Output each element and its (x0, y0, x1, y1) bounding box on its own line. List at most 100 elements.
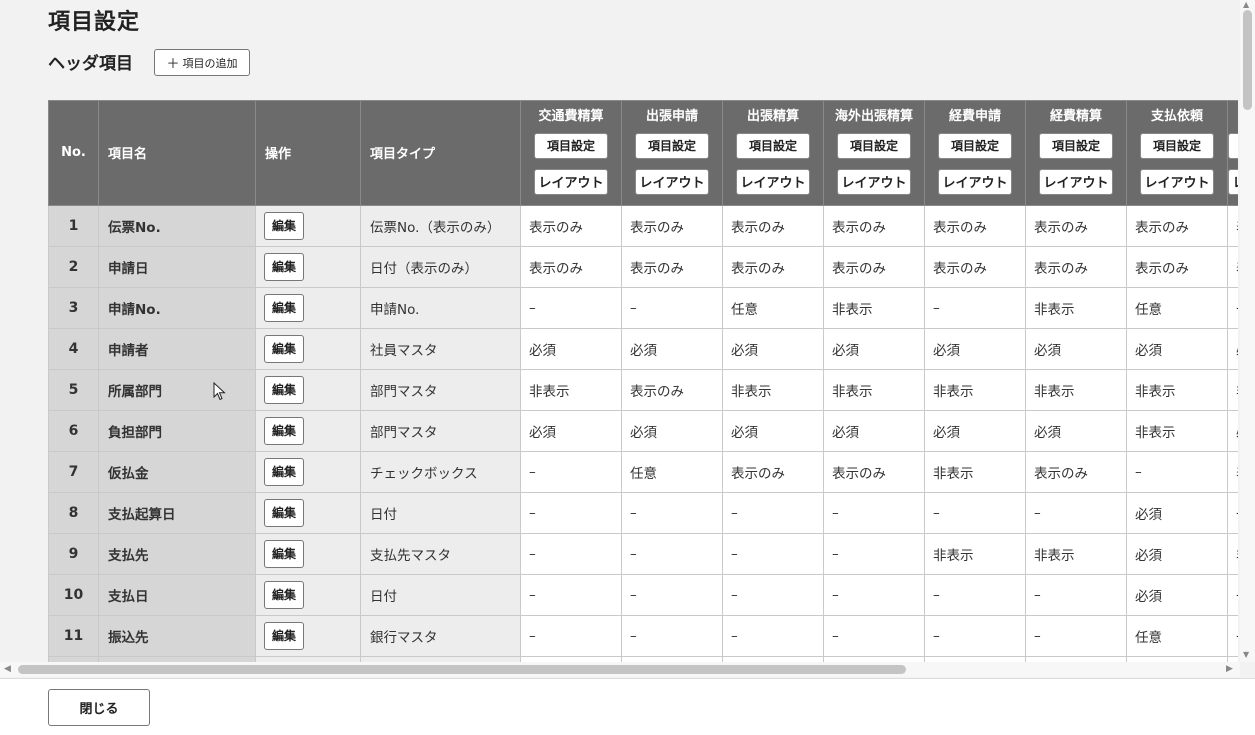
setting-value-cell[interactable]: 表示のみ (722, 450, 824, 493)
setting-value-cell[interactable]: 表示のみ (1126, 204, 1228, 247)
setting-value-cell[interactable]: 表示のみ (520, 245, 622, 288)
setting-value-cell[interactable]: – (520, 491, 622, 534)
setting-value-cell[interactable]: 非 (1227, 368, 1238, 411)
setting-value-cell[interactable]: 非表示 (520, 368, 622, 411)
layout-button[interactable]: レイアウト (534, 168, 608, 195)
setting-value-cell[interactable]: 必須 (924, 327, 1026, 370)
setting-value-cell[interactable]: 必須 (520, 409, 622, 452)
setting-value-cell[interactable]: 非表示 (924, 450, 1026, 493)
setting-value-cell[interactable]: - (1227, 614, 1238, 657)
setting-value-cell[interactable]: 非表示 (1126, 409, 1228, 452)
layout-button[interactable]: レイアウト (635, 168, 709, 195)
vertical-scroll-thumb[interactable] (1243, 10, 1252, 110)
item-settings-button[interactable]: 項目設定 (1039, 132, 1113, 159)
setting-value-cell[interactable]: 非表示 (924, 532, 1026, 575)
setting-value-cell[interactable]: 非表示 (722, 368, 824, 411)
layout-button[interactable]: レイアウト (1039, 168, 1113, 195)
setting-value-cell[interactable]: – (722, 491, 824, 534)
setting-value-cell[interactable]: 表示のみ (520, 204, 622, 247)
setting-value-cell[interactable]: 必須 (621, 327, 723, 370)
setting-value-cell[interactable]: 必須 (1126, 327, 1228, 370)
edit-button[interactable]: 編集 (264, 457, 304, 486)
setting-value-cell[interactable]: 非表示 (823, 368, 925, 411)
vertical-scrollbar[interactable]: ▲ ▼ (1240, 0, 1255, 662)
edit-button[interactable]: 編集 (264, 498, 304, 527)
setting-value-cell[interactable]: 非表示 (823, 286, 925, 329)
setting-value-cell[interactable]: 必須 (520, 327, 622, 370)
setting-value-cell[interactable]: – (621, 614, 723, 657)
layout-button[interactable]: レイアウト (837, 168, 911, 195)
edit-button[interactable]: 編集 (264, 334, 304, 363)
setting-value-cell[interactable]: 表示のみ (823, 204, 925, 247)
setting-value-cell[interactable]: – (924, 286, 1026, 329)
setting-value-cell[interactable]: – (823, 532, 925, 575)
scroll-down-icon[interactable]: ▼ (1243, 650, 1249, 659)
setting-value-cell[interactable]: 必須 (722, 327, 824, 370)
setting-value-cell[interactable]: 任意 (722, 286, 824, 329)
setting-value-cell[interactable]: 任意 (1126, 286, 1228, 329)
setting-value-cell[interactable]: 非表示 (924, 368, 1026, 411)
layout-button[interactable]: レイアウト (1140, 168, 1214, 195)
setting-value-cell[interactable]: – (722, 573, 824, 616)
setting-value-cell[interactable]: 表示のみ (621, 368, 723, 411)
setting-value-cell[interactable]: 表 (1227, 204, 1238, 247)
setting-value-cell[interactable]: 必須 (823, 409, 925, 452)
setting-value-cell[interactable]: – (621, 532, 723, 575)
edit-button[interactable]: 編集 (264, 416, 304, 445)
setting-value-cell[interactable]: 必須 (1126, 491, 1228, 534)
layout-button[interactable]: レイアウト (736, 168, 810, 195)
setting-value-cell[interactable]: 表示のみ (722, 204, 824, 247)
setting-value-cell[interactable]: - (1227, 573, 1238, 616)
setting-value-cell[interactable]: – (823, 491, 925, 534)
horizontal-scroll-thumb[interactable] (18, 665, 906, 674)
setting-value-cell[interactable]: – (520, 450, 622, 493)
edit-button[interactable]: 編集 (264, 211, 304, 240)
setting-value-cell[interactable]: 表示のみ (924, 204, 1026, 247)
setting-value-cell[interactable]: 非 (1227, 532, 1238, 575)
item-settings-button[interactable]: 項目設定 (635, 132, 709, 159)
setting-value-cell[interactable]: – (520, 573, 622, 616)
edit-button[interactable]: 編集 (264, 580, 304, 609)
setting-value-cell[interactable]: 表示のみ (823, 450, 925, 493)
item-settings-button[interactable]: 項目設定 (938, 132, 1012, 159)
scroll-right-icon[interactable]: ▶ (1226, 664, 1233, 674)
setting-value-cell[interactable]: 必須 (924, 409, 1026, 452)
setting-value-cell[interactable]: – (621, 286, 723, 329)
setting-value-cell[interactable]: – (924, 491, 1026, 534)
item-settings-button[interactable]: 項目設定 (736, 132, 810, 159)
setting-value-cell[interactable]: 必須 (823, 327, 925, 370)
setting-value-cell[interactable]: 非表示 (1126, 368, 1228, 411)
setting-value-cell[interactable]: 表示のみ (621, 204, 723, 247)
setting-value-cell[interactable]: – (722, 532, 824, 575)
scroll-up-icon[interactable]: ▲ (1243, 0, 1249, 9)
setting-value-cell[interactable]: 表示のみ (823, 245, 925, 288)
setting-value-cell[interactable]: 必須 (722, 409, 824, 452)
setting-value-cell[interactable]: – (924, 573, 1026, 616)
setting-value-cell[interactable]: - (1227, 491, 1238, 534)
setting-value-cell[interactable]: 表 (1227, 245, 1238, 288)
setting-value-cell[interactable]: 必 (1227, 409, 1238, 452)
setting-value-cell[interactable]: – (520, 532, 622, 575)
setting-value-cell[interactable]: – (1025, 614, 1127, 657)
edit-button[interactable]: 編集 (264, 621, 304, 650)
setting-value-cell[interactable]: 非表示 (1025, 368, 1127, 411)
setting-value-cell[interactable]: – (1025, 573, 1127, 616)
setting-value-cell[interactable]: 必須 (1126, 573, 1228, 616)
setting-value-cell[interactable]: – (823, 614, 925, 657)
edit-button[interactable]: 編集 (264, 252, 304, 281)
setting-value-cell[interactable]: – (1126, 450, 1228, 493)
item-settings-button[interactable]: 項目設定 (1228, 132, 1238, 159)
setting-value-cell[interactable]: 必須 (1126, 532, 1228, 575)
setting-value-cell[interactable]: 表示のみ (621, 245, 723, 288)
setting-value-cell[interactable]: - (1227, 286, 1238, 329)
setting-value-cell[interactable]: 表示のみ (722, 245, 824, 288)
scroll-left-icon[interactable]: ◀ (4, 664, 11, 674)
setting-value-cell[interactable]: 必 (1227, 327, 1238, 370)
setting-value-cell[interactable]: 表示のみ (924, 245, 1026, 288)
setting-value-cell[interactable]: – (520, 286, 622, 329)
setting-value-cell[interactable]: 表示のみ (1126, 245, 1228, 288)
setting-value-cell[interactable]: – (621, 491, 723, 534)
setting-value-cell[interactable]: – (1025, 491, 1127, 534)
setting-value-cell[interactable]: 必須 (621, 409, 723, 452)
setting-value-cell[interactable]: 表示のみ (1025, 245, 1127, 288)
